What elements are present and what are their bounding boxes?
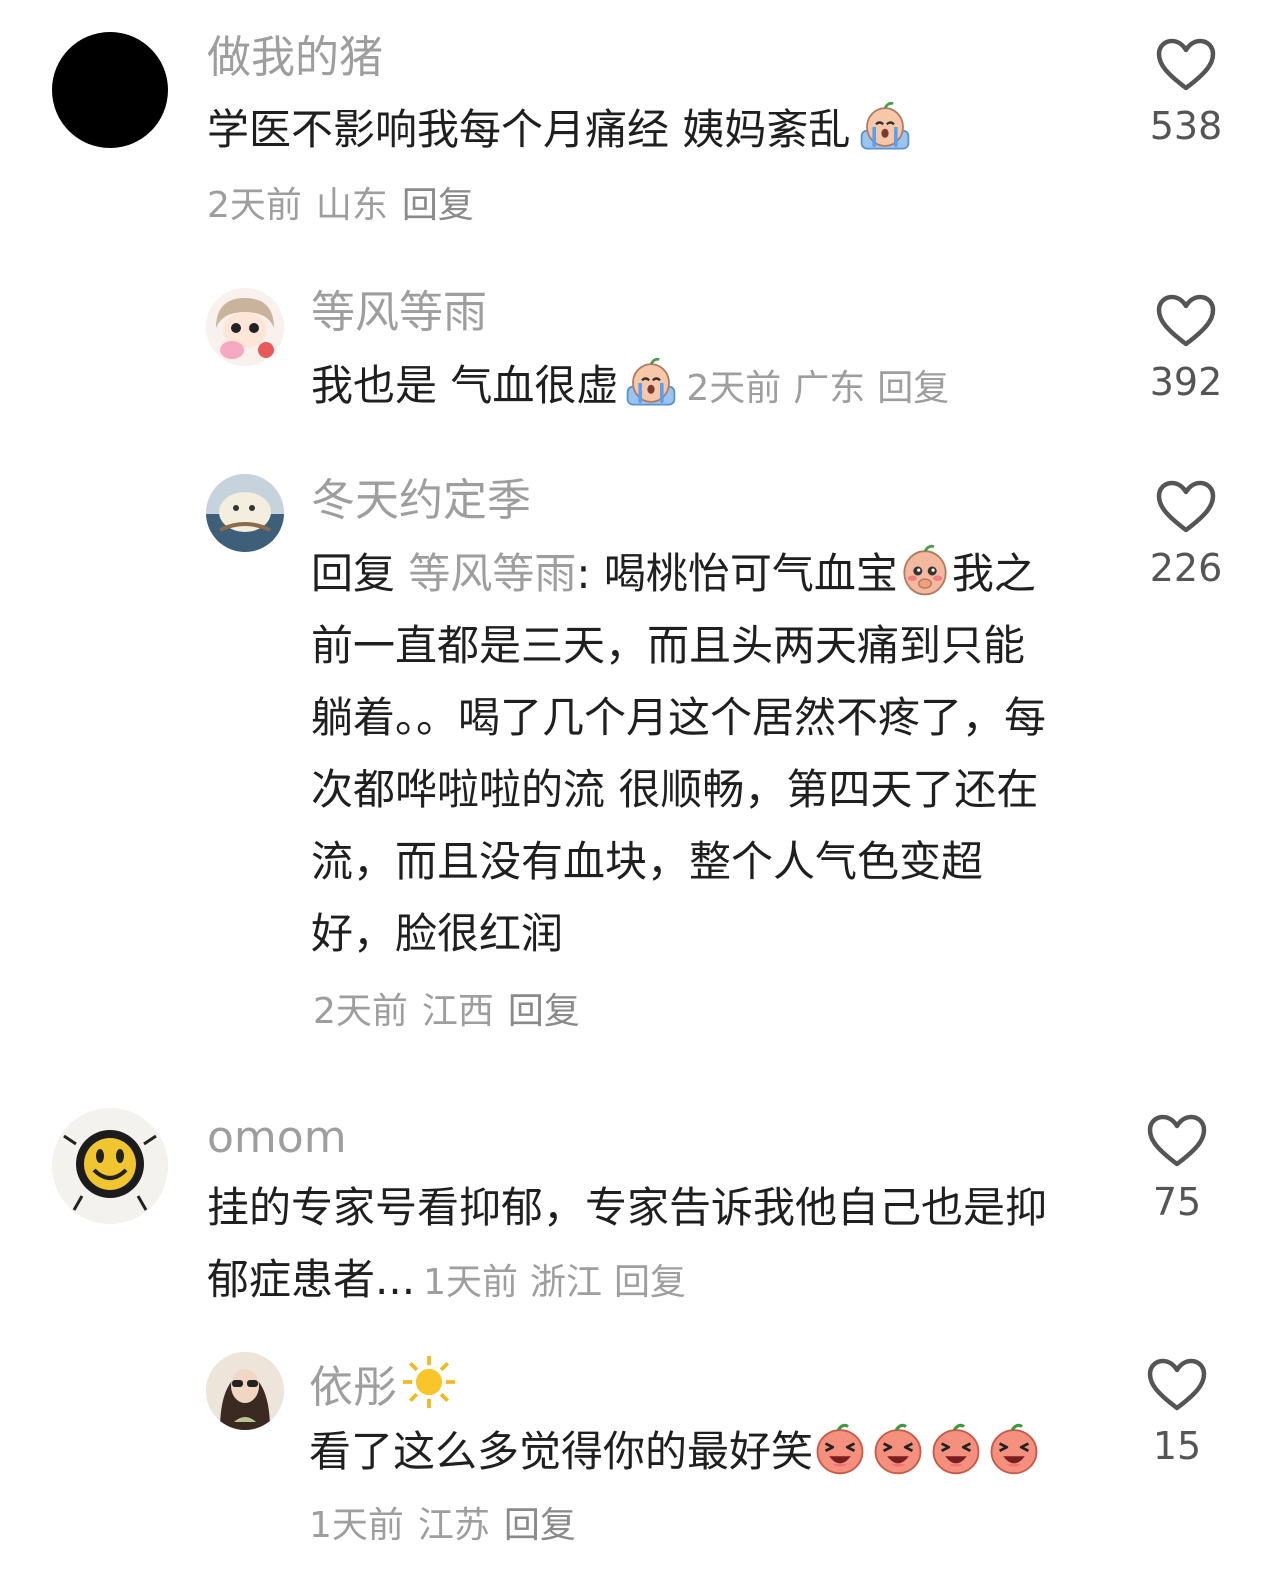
comment-text-content: 我也是 气血很虚: [311, 361, 619, 410]
timestamp: 2天前: [686, 368, 782, 409]
avatar[interactable]: [206, 288, 284, 366]
reply-button[interactable]: 回复: [508, 991, 580, 1032]
username[interactable]: omom: [207, 1110, 347, 1166]
photo-avatar: [206, 1352, 284, 1430]
like-button[interactable]: 75: [1122, 1114, 1232, 1224]
avatar[interactable]: [52, 1108, 168, 1224]
like-button[interactable]: 226: [1131, 480, 1241, 590]
avatar[interactable]: [52, 32, 168, 148]
timestamp: 1天前: [423, 1262, 518, 1303]
avatar[interactable]: [206, 474, 284, 552]
like-button[interactable]: 392: [1131, 294, 1241, 404]
laughing-emoji-icon: [987, 1422, 1041, 1476]
sun-icon: [401, 1354, 457, 1410]
comment-text-content: 看了这么多觉得你的最好笑: [309, 1427, 814, 1476]
avatar[interactable]: [206, 1352, 284, 1430]
heart-outline-icon: [1156, 38, 1216, 92]
laughing-emoji-icon: [871, 1422, 925, 1476]
like-count: 15: [1152, 1424, 1202, 1468]
comment-meta: 2天前 广东 回复: [686, 368, 961, 409]
location: 江苏: [417, 1505, 490, 1546]
shy-emoji-icon: [898, 544, 952, 598]
username[interactable]: 冬天约定季: [311, 473, 531, 529]
reply-button[interactable]: 回复: [504, 1505, 576, 1546]
timestamp: 1天前: [309, 1505, 404, 1546]
like-count: 538: [1149, 104, 1223, 148]
heart-outline-icon: [1147, 1114, 1207, 1168]
reply-prefix: 回复: [311, 549, 396, 598]
heart-outline-icon: [1156, 294, 1216, 348]
smiley-scribble-avatar: [52, 1108, 168, 1224]
laughing-emoji-icon: [813, 1422, 867, 1476]
location: 山东: [315, 185, 388, 226]
comment-text: 挂的专家号看抑郁，专家告诉我他自己也是抑郁症患者... 1天前 浙江 回复: [207, 1172, 1077, 1319]
reply-button[interactable]: 回复: [877, 368, 949, 409]
photo-avatar: [206, 474, 284, 552]
reply-to-username[interactable]: 等风等雨: [408, 549, 576, 598]
comment-meta: 1天前 江苏 回复: [309, 1502, 590, 1550]
comment-text: 我也是 气血很虚 2天前 广东 回复: [311, 350, 1111, 425]
reply-button[interactable]: 回复: [402, 185, 474, 226]
username-text: 依彤: [309, 1362, 397, 1413]
comment-text-content: 我之前一直都是三天，而且头两天痛到只能躺着。。喝了几个月这个居然不疼了，每次都哗…: [311, 549, 1047, 958]
comment-meta: 2天前 江西 回复: [313, 988, 594, 1036]
comment-meta: 2天前 山东 回复: [207, 182, 488, 230]
username[interactable]: 等风等雨: [311, 285, 487, 341]
comment-text: 学医不影响我每个月痛经 姨妈紊乱: [207, 94, 1107, 166]
like-count: 226: [1149, 546, 1223, 590]
crying-emoji-icon: [624, 356, 678, 410]
like-button[interactable]: 538: [1131, 38, 1241, 148]
like-button[interactable]: 15: [1122, 1358, 1232, 1468]
laughing-emoji-icon: [929, 1422, 983, 1476]
crying-emoji-icon: [858, 100, 912, 154]
username[interactable]: 依彤: [309, 1354, 457, 1416]
comment-text: 看了这么多觉得你的最好笑: [309, 1416, 1109, 1488]
comment-meta: 1天前 浙江 回复: [423, 1262, 698, 1303]
username[interactable]: 做我的猪: [207, 30, 383, 86]
location: 江西: [421, 991, 494, 1032]
comment-text-content: 学医不影响我每个月痛经 姨妈紊乱: [207, 105, 851, 154]
location: 广东: [793, 368, 866, 409]
heart-outline-icon: [1147, 1358, 1207, 1412]
timestamp: 2天前: [207, 185, 302, 226]
like-count: 75: [1152, 1180, 1202, 1224]
timestamp: 2天前: [313, 991, 408, 1032]
like-count: 392: [1149, 360, 1223, 404]
cartoon-girl-avatar: [206, 288, 284, 366]
heart-outline-icon: [1156, 480, 1216, 534]
comment-text-content: 喝桃怡可气血宝: [603, 549, 898, 598]
comment-text: 回复 等风等雨: 喝桃怡可气血宝 我之前一直都是三天，而且头两天痛到只能躺着。。喝…: [311, 538, 1061, 970]
reply-colon: :: [576, 549, 591, 598]
reply-button[interactable]: 回复: [614, 1262, 686, 1303]
location: 浙江: [529, 1262, 602, 1303]
